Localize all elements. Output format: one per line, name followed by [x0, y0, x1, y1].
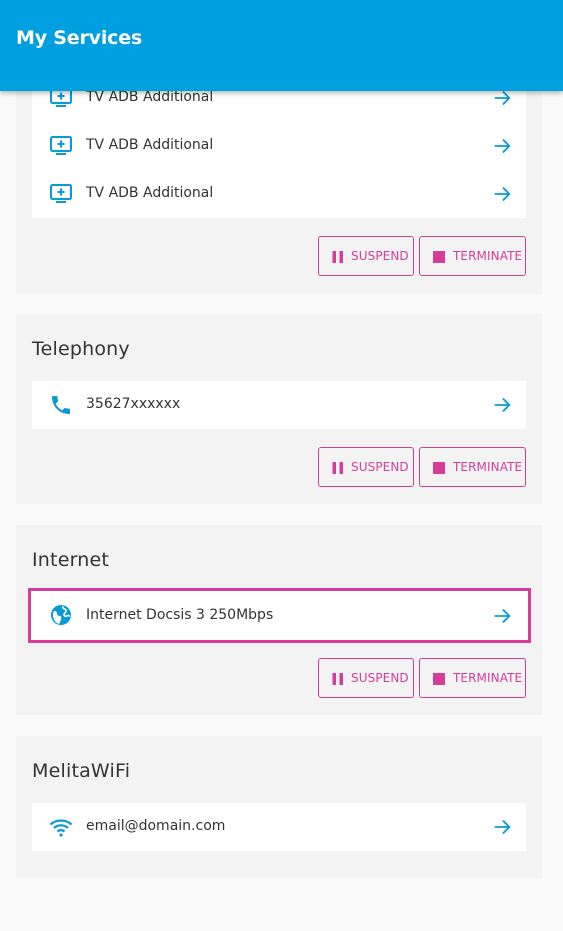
suspend-label: SUSPEND: [351, 249, 409, 263]
internet-terminate-button[interactable]: TERMINATE: [419, 658, 526, 698]
internet-item[interactable]: Internet Docsis 3 250Mbps: [28, 588, 531, 643]
arrow-right-icon[interactable]: [491, 605, 513, 627]
app-bar: My Services: [0, 0, 563, 91]
arrow-right-icon[interactable]: [491, 394, 513, 416]
card-title: Telephony: [32, 338, 130, 360]
tv-suspend-button[interactable]: SUSPEND: [318, 236, 414, 276]
internet-plan: Internet Docsis 3 250Mbps: [86, 607, 274, 623]
terminate-label: TERMINATE: [453, 460, 523, 474]
globe-icon: [51, 605, 71, 625]
internet-service-card: Internet Internet Docsis 3 250Mbps SUSPE…: [16, 525, 542, 715]
arrow-right-icon[interactable]: [491, 183, 513, 205]
services-list: TV ADB Additional TV ADB Additional TV A…: [0, 0, 563, 931]
telephony-item[interactable]: 35627xxxxxx: [32, 381, 526, 429]
tv-item-label: TV ADB Additional: [86, 89, 214, 105]
stop-icon: [433, 462, 445, 474]
phone-icon: [52, 396, 70, 414]
tv-item-label: TV ADB Additional: [86, 137, 214, 153]
tv-add-icon: [50, 184, 72, 203]
tv-item-2[interactable]: TV ADB Additional: [32, 122, 526, 170]
pause-icon: [332, 251, 343, 263]
pause-icon: [332, 673, 343, 685]
tv-item-3[interactable]: TV ADB Additional: [32, 170, 526, 218]
pause-icon: [332, 462, 343, 474]
wifi-item[interactable]: email@domain.com: [32, 803, 526, 851]
tv-item-label: TV ADB Additional: [86, 185, 214, 201]
telephony-suspend-button[interactable]: SUSPEND: [318, 447, 414, 487]
tv-add-icon: [50, 136, 72, 155]
tv-terminate-button[interactable]: TERMINATE: [419, 236, 526, 276]
terminate-label: TERMINATE: [453, 249, 523, 263]
stop-icon: [433, 251, 445, 263]
telephony-number: 35627xxxxxx: [86, 396, 181, 412]
page-title: My Services: [16, 27, 143, 49]
card-title: MelitaWiFi: [32, 760, 131, 782]
internet-suspend-button[interactable]: SUSPEND: [318, 658, 414, 698]
terminate-label: TERMINATE: [453, 671, 523, 685]
stop-icon: [433, 673, 445, 685]
wifi-icon: [49, 819, 73, 837]
arrow-right-icon[interactable]: [491, 816, 513, 838]
arrow-right-icon[interactable]: [491, 135, 513, 157]
suspend-label: SUSPEND: [351, 460, 409, 474]
wifi-service-card: MelitaWiFi email@domain.com: [16, 736, 542, 878]
telephony-service-card: Telephony 35627xxxxxx SUSPEND TERMINATE: [16, 314, 542, 504]
telephony-terminate-button[interactable]: TERMINATE: [419, 447, 526, 487]
card-title: Internet: [32, 549, 110, 571]
suspend-label: SUSPEND: [351, 671, 409, 685]
wifi-account: email@domain.com: [86, 818, 226, 834]
